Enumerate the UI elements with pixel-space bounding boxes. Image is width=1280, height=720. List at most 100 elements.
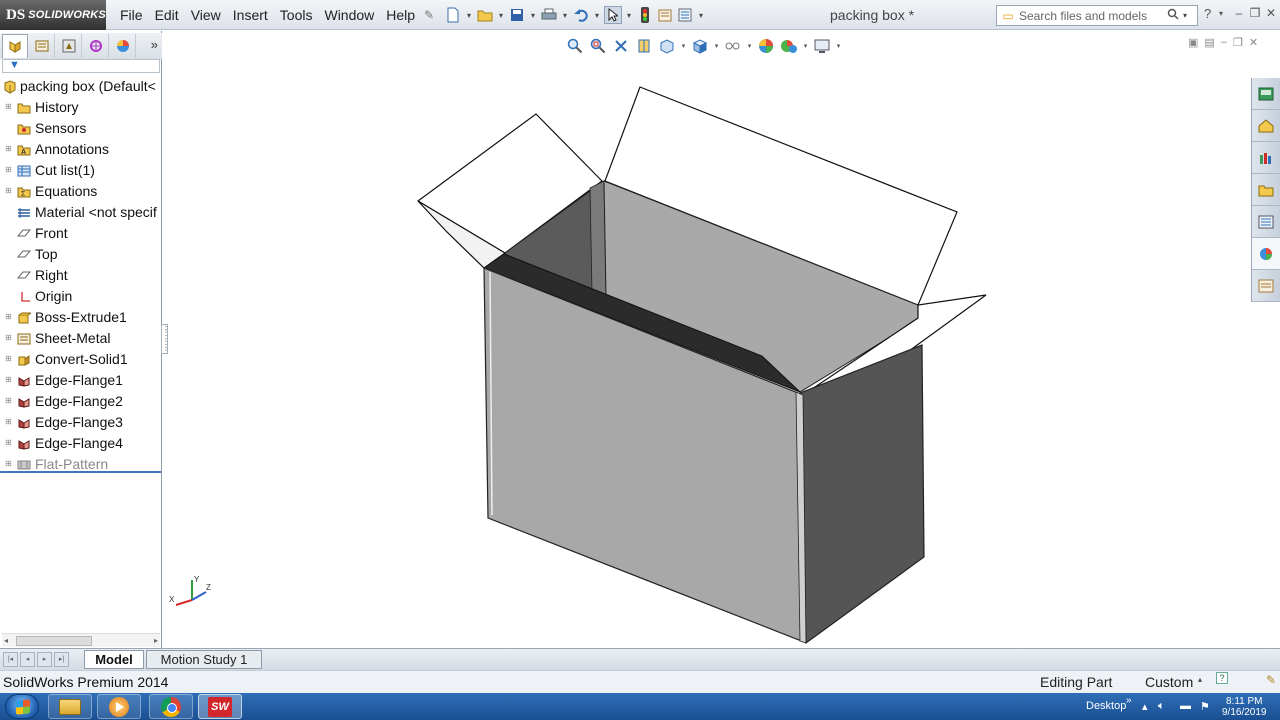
display-style-dropdown-icon[interactable]: ▾ <box>745 42 754 50</box>
tree-item-edge-flange2[interactable]: ⊞ Edge-Flange2 <box>0 391 161 412</box>
tree-item-flat-pattern[interactable]: ⊞ Flat-Pattern <box>0 454 161 471</box>
desktop-toolbar-chevron-icon[interactable]: » <box>1126 695 1132 706</box>
clock-date[interactable]: 9/16/2019 <box>1222 707 1267 718</box>
expand-toggle-icon[interactable]: ⊞ <box>5 376 12 384</box>
search-dropdown-icon[interactable]: ▾ <box>1183 11 1187 20</box>
network-icon[interactable]: ▬ <box>1180 700 1191 712</box>
expand-toggle-icon[interactable]: ⊞ <box>5 145 12 153</box>
pin-menu-icon[interactable]: ✎ <box>424 8 434 22</box>
scroll-left-icon[interactable]: ◂ <box>4 634 8 648</box>
packing-box-model[interactable] <box>163 60 1250 648</box>
feature-tree-filter[interactable]: ▼ <box>2 59 160 73</box>
first-tab-icon[interactable]: |◂ <box>3 652 18 667</box>
volume-icon[interactable]: 🔈︎ <box>1158 700 1165 713</box>
taskbar-solidworks-button[interactable]: SW <box>198 694 242 719</box>
tree-item-annotations[interactable]: ⊞ A Annotations <box>0 139 161 160</box>
new-dropdown-icon[interactable]: ▾ <box>464 11 474 20</box>
menu-edit[interactable]: Edit <box>149 7 185 23</box>
tree-item-history[interactable]: ⊞ History <box>0 97 161 118</box>
desktop-toolbar-label[interactable]: Desktop <box>1086 700 1126 712</box>
open-dropdown-icon[interactable]: ▾ <box>496 11 506 20</box>
menu-insert[interactable]: Insert <box>227 7 274 23</box>
feature-tree-horizontal-scrollbar[interactable]: ◂ ▸ <box>2 633 160 647</box>
tree-item-equations[interactable]: ⊞ Σ Equations <box>0 181 161 202</box>
open-folder-icon[interactable] <box>476 6 494 24</box>
zoom-to-fit-icon[interactable] <box>564 35 586 57</box>
save-icon[interactable] <box>508 6 526 24</box>
taskbar-explorer-button[interactable] <box>48 694 92 719</box>
expand-panel-icon[interactable]: » <box>151 37 158 52</box>
edit-appearance-icon[interactable] <box>755 35 777 57</box>
tree-item-sheet-metal[interactable]: ⊞ Sheet-Metal <box>0 328 161 349</box>
view-settings-icon[interactable] <box>811 35 833 57</box>
clock-time[interactable]: 8:11 PM <box>1226 696 1263 707</box>
print-icon[interactable] <box>540 6 558 24</box>
scene-dropdown-icon[interactable]: ▾ <box>801 42 810 50</box>
menu-view[interactable]: View <box>185 7 227 23</box>
menu-tools[interactable]: Tools <box>274 7 319 23</box>
unit-system-selector[interactable]: Custom <box>1145 674 1193 690</box>
tree-item-convert-solid1[interactable]: ⊞ Convert-Solid1 <box>0 349 161 370</box>
solidworks-logo[interactable]: DS SOLIDWORKS <box>0 0 106 30</box>
displaymanager-tab-icon[interactable] <box>110 34 136 58</box>
scroll-right-icon[interactable]: ▸ <box>154 634 158 648</box>
custom-properties-icon[interactable] <box>1252 270 1280 302</box>
search-folder-icon[interactable]: ▭ <box>997 9 1019 23</box>
tree-item-cut-list-1[interactable]: ⊞ Cut list(1) <box>0 160 161 181</box>
action-center-icon[interactable]: ⚑ <box>1200 700 1210 713</box>
start-button[interactable] <box>5 694 39 719</box>
expand-toggle-icon[interactable]: ⊞ <box>5 439 12 447</box>
unit-system-dropdown-icon[interactable]: ▴ <box>1198 675 1202 684</box>
expand-toggle-icon[interactable]: ⊞ <box>5 313 12 321</box>
scroll-thumb[interactable] <box>16 636 92 646</box>
tree-item-origin[interactable]: Origin <box>0 286 161 307</box>
tree-item-boss-extrude1[interactable]: ⊞ Boss-Extrude1 <box>0 307 161 328</box>
menu-window[interactable]: Window <box>318 7 380 23</box>
tree-item-front[interactable]: Front <box>0 223 161 244</box>
expand-toggle-icon[interactable]: ⊞ <box>5 418 12 426</box>
tab-motion-study[interactable]: Motion Study 1 <box>146 650 262 669</box>
tree-item-edge-flange3[interactable]: ⊞ Edge-Flange3 <box>0 412 161 433</box>
help-icon[interactable]: ? <box>1204 6 1211 21</box>
undo-dropdown-icon[interactable]: ▾ <box>592 11 602 20</box>
tree-item-edge-flange1[interactable]: ⊞ Edge-Flange1 <box>0 370 161 391</box>
last-tab-icon[interactable]: ▸| <box>54 652 69 667</box>
dimxpert-tab-icon[interactable] <box>83 34 109 58</box>
annotation-dropdown-icon[interactable]: ▾ <box>679 42 688 50</box>
taskbar-media-player-button[interactable] <box>97 694 141 719</box>
featuremanager-tab-icon[interactable] <box>2 34 28 58</box>
design-library-icon[interactable] <box>1252 142 1280 174</box>
view-settings-dropdown-icon[interactable]: ▾ <box>834 42 843 50</box>
menu-help[interactable]: Help <box>380 7 421 23</box>
tree-item-material-not-specif[interactable]: Material <not specif <box>0 202 161 223</box>
options-icon[interactable] <box>676 6 694 24</box>
zoom-to-area-icon[interactable] <box>587 35 609 57</box>
new-document-icon[interactable] <box>444 6 462 24</box>
section-view-icon[interactable] <box>633 35 655 57</box>
dynamic-annotation-icon[interactable] <box>656 35 678 57</box>
solidworks-resources-icon[interactable] <box>1252 78 1280 110</box>
expand-toggle-icon[interactable]: ⊞ <box>5 187 12 195</box>
expand-toggle-icon[interactable]: ⊞ <box>5 166 12 174</box>
doc-restore-icon[interactable]: ❐ <box>1233 36 1243 49</box>
tab-model[interactable]: Model <box>84 650 144 669</box>
previous-view-icon[interactable] <box>610 35 632 57</box>
propertymanager-tab-icon[interactable] <box>29 34 55 58</box>
next-tab-icon[interactable]: ▸ <box>37 652 52 667</box>
configurationmanager-tab-icon[interactable] <box>56 34 82 58</box>
quick-tips-icon[interactable]: ? <box>1216 672 1228 684</box>
expand-toggle-icon[interactable]: ⊞ <box>5 334 12 342</box>
orientation-dropdown-icon[interactable]: ▾ <box>712 42 721 50</box>
menu-file[interactable]: File <box>114 7 149 23</box>
view-orientation-icon[interactable] <box>689 35 711 57</box>
select-arrow-icon[interactable] <box>604 6 622 24</box>
doc-tile-icon[interactable]: ▣ <box>1188 36 1198 49</box>
doc-cascade-icon[interactable]: ▤ <box>1204 36 1214 49</box>
select-dropdown-icon[interactable]: ▾ <box>624 11 634 20</box>
file-properties-icon[interactable] <box>656 6 674 24</box>
options-dropdown-icon[interactable]: ▾ <box>696 11 706 20</box>
search-input[interactable] <box>1019 8 1167 23</box>
taskbar-chrome-button[interactable] <box>149 694 193 719</box>
view-palette-icon[interactable] <box>1252 206 1280 238</box>
minimize-window-icon[interactable]: – <box>1232 6 1246 20</box>
